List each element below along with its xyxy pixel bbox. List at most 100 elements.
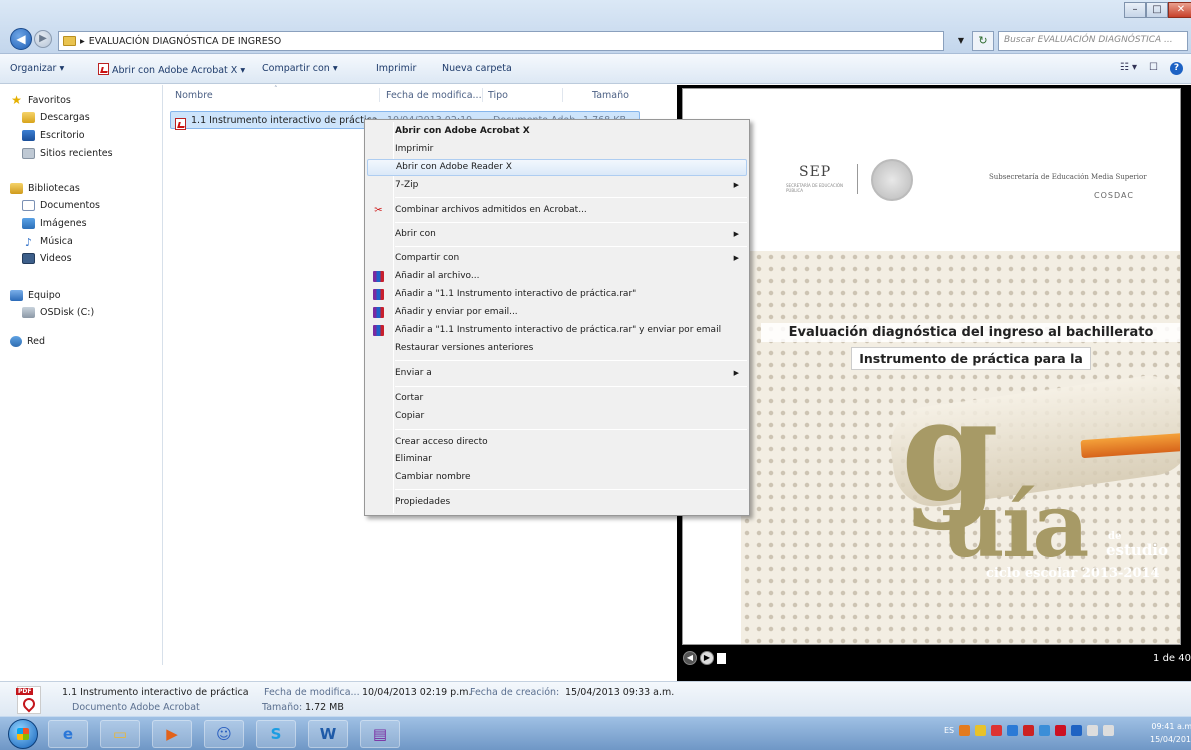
details-created-label: Fecha de creación: xyxy=(470,687,560,698)
menu-item-label: Añadir a "1.1 Instrumento interactivo de… xyxy=(395,289,637,299)
forward-button[interactable]: ▶ xyxy=(34,30,52,48)
view-options-button[interactable]: ☷ ▾ xyxy=(1120,62,1137,75)
taskbar: e ▭ ▶ ☺ S W ▤ ES 09:41 a.m. 15/04/2013 xyxy=(0,716,1191,750)
submenu-arrow-icon: ▶ xyxy=(733,230,739,238)
network-tray-icon[interactable] xyxy=(1087,725,1099,736)
menu-item-label: Combinar archivos admitidos en Acrobat..… xyxy=(395,205,587,215)
maximize-button[interactable]: □ xyxy=(1146,2,1168,18)
nav-images[interactable]: Imágenes xyxy=(22,218,87,229)
menu-item-label: Añadir a "1.1 Instrumento interactivo de… xyxy=(395,325,722,335)
nav-recent[interactable]: Sitios recientes xyxy=(22,148,113,159)
address-dropdown-button[interactable]: ▼ xyxy=(952,31,970,51)
internet-explorer-icon[interactable]: e xyxy=(48,720,88,748)
nav-network[interactable]: Red xyxy=(10,336,45,347)
cover-header: SEP SECRETARÍA DE EDUCACIÓN PÚBLICA Subs… xyxy=(741,111,1180,251)
new-folder-button[interactable]: Nueva carpeta xyxy=(442,63,512,74)
nav-computer[interactable]: Equipo xyxy=(10,290,61,301)
hard-disk-icon xyxy=(22,307,35,318)
pictures-icon xyxy=(22,218,35,229)
nav-label: Documentos xyxy=(40,200,100,211)
menu-item-add-rar[interactable]: Añadir a "1.1 Instrumento interactivo de… xyxy=(367,286,747,303)
cover-estudio: estudio xyxy=(1106,541,1169,559)
previous-page-icon[interactable]: ◀ xyxy=(683,651,697,665)
menu-item-add-rar-email[interactable]: Añadir a "1.1 Instrumento interactivo de… xyxy=(367,322,747,339)
menu-item-restore-versions[interactable]: Restaurar versiones anteriores xyxy=(367,340,747,357)
nav-documents[interactable]: Documentos xyxy=(22,200,100,211)
system-tray: ES xyxy=(944,725,1115,736)
clock[interactable]: 09:41 a.m. 15/04/2013 xyxy=(1150,720,1191,746)
volume-tray-icon[interactable] xyxy=(1103,725,1115,736)
nav-downloads[interactable]: Descargas xyxy=(22,112,90,123)
menu-item-open-reader[interactable]: Abrir con Adobe Reader X xyxy=(367,159,747,176)
menu-item-add-archive[interactable]: Añadir al archivo... xyxy=(367,268,747,285)
close-button[interactable]: ✕ xyxy=(1168,2,1191,18)
back-button[interactable]: ◀ xyxy=(10,28,32,50)
menu-item-cut[interactable]: Cortar xyxy=(367,390,747,407)
media-player-icon[interactable]: ▶ xyxy=(152,720,192,748)
tray-icon[interactable] xyxy=(959,725,971,736)
tray-icon[interactable] xyxy=(1023,725,1035,736)
organize-button[interactable]: Organizar ▾ xyxy=(10,63,64,74)
breadcrumb[interactable]: EVALUACIÓN DIAGNÓSTICA DE INGRESO xyxy=(89,36,281,47)
menu-item-rename[interactable]: Cambiar nombre xyxy=(367,469,747,486)
menu-item-open-acrobat[interactable]: Abrir con Adobe Acrobat X xyxy=(367,123,747,140)
menu-item-copy[interactable]: Copiar xyxy=(367,408,747,425)
refresh-button[interactable]: ↻ xyxy=(972,31,994,51)
column-header-type[interactable]: Tipo xyxy=(488,90,508,101)
minimize-button[interactable]: – xyxy=(1124,2,1146,18)
language-indicator[interactable]: ES xyxy=(944,726,954,735)
nav-desktop[interactable]: Escritorio xyxy=(22,130,85,141)
menu-item-add-email[interactable]: Añadir y enviar por email... xyxy=(367,304,747,321)
tray-icon[interactable] xyxy=(1039,725,1051,736)
next-page-icon[interactable]: ▶ xyxy=(700,651,714,665)
nav-label: Descargas xyxy=(40,112,90,123)
tray-icon[interactable] xyxy=(1007,725,1019,736)
pdf-preview-page[interactable]: SEP SECRETARÍA DE EDUCACIÓN PÚBLICA Subs… xyxy=(682,88,1181,645)
file-name: 1.1 Instrumento interactivo de práctica xyxy=(191,115,378,126)
tray-icon[interactable] xyxy=(975,725,987,736)
column-header-size[interactable]: Tamaño xyxy=(592,90,629,101)
menu-item-create-shortcut[interactable]: Crear acceso directo xyxy=(367,434,747,451)
print-button[interactable]: Imprimir xyxy=(376,63,416,74)
tray-icon[interactable] xyxy=(1055,725,1067,736)
arrow-right-icon: ▶ xyxy=(39,33,47,44)
column-header-name[interactable]: Nombre xyxy=(175,90,213,101)
search-input[interactable]: Buscar EVALUACIÓN DIAGNÓSTICA ... xyxy=(998,31,1188,51)
skype-icon[interactable]: S xyxy=(256,720,296,748)
address-bar[interactable]: ▸ EVALUACIÓN DIAGNÓSTICA DE INGRESO xyxy=(58,31,944,51)
breadcrumb-separator: ▸ xyxy=(80,35,85,47)
column-header-modified[interactable]: Fecha de modifica... xyxy=(386,90,482,101)
word-icon[interactable]: W xyxy=(308,720,348,748)
winrar-taskbar-icon[interactable]: ▤ xyxy=(360,720,400,748)
menu-item-share-with[interactable]: Compartir con ▶ xyxy=(367,250,747,267)
preview-pane-button[interactable]: ☐ xyxy=(1149,62,1158,75)
tray-icon[interactable] xyxy=(1071,725,1083,736)
nav-videos[interactable]: Videos xyxy=(22,253,72,264)
menu-item-properties[interactable]: Propiedades xyxy=(367,494,747,511)
open-with-acrobat-button[interactable]: Abrir con Adobe Acrobat X ▾ xyxy=(98,63,245,76)
menu-item-print[interactable]: Imprimir xyxy=(367,141,747,158)
help-icon[interactable]: ? xyxy=(1170,62,1183,75)
toolbar-right: ☷ ▾ ☐ ? xyxy=(1120,62,1183,75)
submenu-arrow-icon: ▶ xyxy=(733,181,739,189)
videos-icon xyxy=(22,253,35,264)
nav-music[interactable]: ♪ Música xyxy=(22,236,73,249)
details-type: Documento Adobe Acrobat xyxy=(72,702,200,713)
menu-item-delete[interactable]: Eliminar xyxy=(367,451,747,468)
tray-icon[interactable] xyxy=(991,725,1003,736)
nav-favorites[interactable]: ★ Favoritos xyxy=(10,94,71,106)
desktop-icon xyxy=(22,130,35,141)
menu-item-open-with[interactable]: Abrir con ▶ xyxy=(367,226,747,243)
file-explorer-icon[interactable]: ▭ xyxy=(100,720,140,748)
nav-disk[interactable]: OSDisk (C:) xyxy=(22,307,94,318)
cover-subtitle: Instrumento de práctica para la xyxy=(851,347,1091,370)
messenger-icon[interactable]: ☺ xyxy=(204,720,244,748)
menu-item-send-to[interactable]: Enviar a ▶ xyxy=(367,365,747,382)
menu-item-combine-acrobat[interactable]: ✂ Combinar archivos admitidos en Acrobat.… xyxy=(367,202,747,219)
share-with-button[interactable]: Compartir con ▾ xyxy=(262,63,338,74)
start-button[interactable] xyxy=(8,719,38,749)
page-icon[interactable] xyxy=(717,652,726,664)
menu-item-7zip[interactable]: 7-Zip ▶ xyxy=(367,177,747,194)
nav-libraries[interactable]: Bibliotecas xyxy=(10,183,80,194)
documents-icon xyxy=(22,200,35,211)
